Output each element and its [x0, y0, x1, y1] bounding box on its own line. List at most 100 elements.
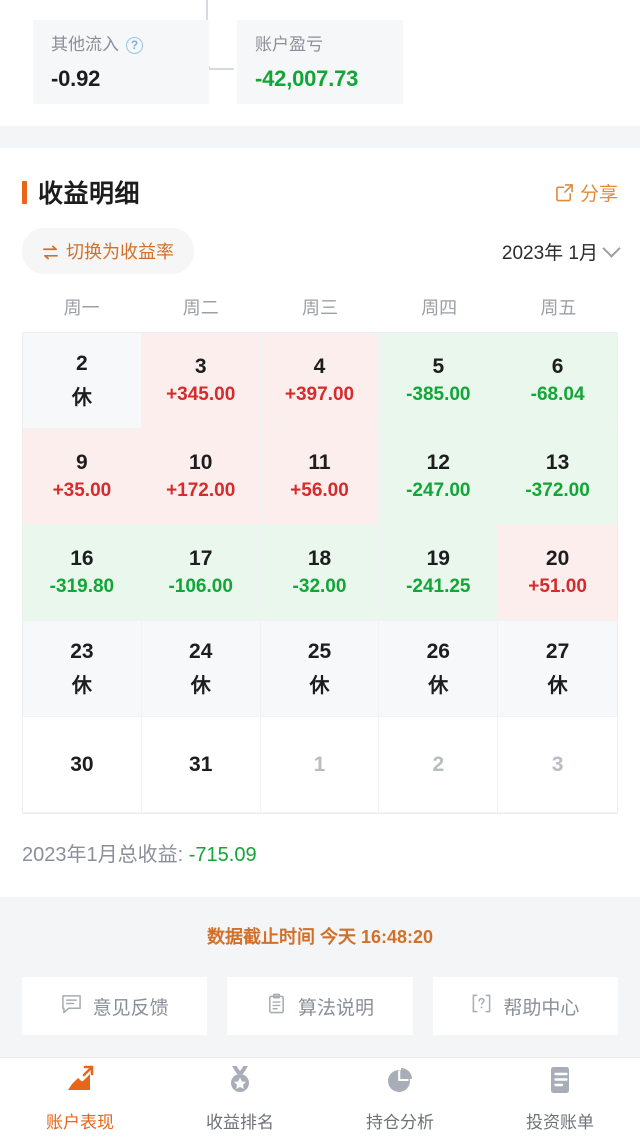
calendar-day-value: 休 — [71, 674, 92, 697]
calendar-day-cell[interactable]: 5 -385.00 — [379, 333, 499, 429]
calendar-day-number: 2 — [432, 752, 445, 776]
earnings-calendar: 周一 周二 周三 周四 周五 2 休 3 +345.00 4 +397.00 5 -385.00 6 -6… — [22, 294, 618, 814]
weekday-label: 周二 — [182, 298, 219, 318]
app-root: 其他流入 ? -0.92 账户盈亏 -42,007.73 收益明细 分享 切换为… — [0, 0, 640, 1137]
calendar-day-cell[interactable]: 3 +345.00 — [141, 333, 261, 429]
calendar-day-number: 25 — [307, 639, 332, 663]
medal-icon — [224, 1064, 256, 1101]
calendar-day-value: -241.25 — [406, 576, 471, 597]
share-button[interactable]: 分享 — [555, 179, 618, 206]
calendar-day-cell[interactable]: 18 -32.00 — [260, 525, 380, 621]
weekday-label: 周一 — [63, 298, 100, 318]
section-divider — [0, 126, 640, 148]
calendar-day-cell[interactable]: 24 休 — [141, 621, 261, 717]
bottom-tabbar: 账户表现 收益排名 持仓分析 投资账单 — [0, 1057, 640, 1137]
calendar-grid: 2 休 3 +345.00 4 +397.00 5 -385.00 6 -68.04 9 +35.00… — [22, 332, 618, 814]
account-pnl-label: 账户盈亏 — [255, 35, 323, 54]
switch-to-rate-button[interactable]: 切换为收益率 — [22, 228, 194, 274]
calendar-day-cell[interactable]: 30 — [23, 717, 142, 813]
calendar-day-number: 19 — [426, 547, 450, 570]
calendar-day-number: 5 — [432, 355, 445, 378]
footer-button-row: 意见反馈 算法说明 帮助中心 — [0, 949, 640, 1035]
panel-header: 收益明细 分享 — [0, 148, 640, 210]
monthly-total-prefix: 2023年1月总收益: — [22, 844, 189, 866]
summary-card-other-inflow[interactable]: 其他流入 ? -0.92 — [33, 20, 209, 104]
calendar-day-value: +35.00 — [52, 480, 112, 501]
weekday-header: 周一 周二 周三 周四 周五 — [22, 294, 618, 320]
month-selector[interactable]: 2023年 1月 — [501, 238, 621, 265]
summary-card-account-pnl[interactable]: 账户盈亏 -42,007.73 — [237, 20, 403, 104]
pie-chart-icon — [384, 1064, 416, 1101]
swap-arrows-icon — [42, 244, 59, 259]
calendar-day-value: -372.00 — [525, 480, 590, 501]
calendar-day-number: 10 — [189, 451, 213, 474]
calendar-day-number: 20 — [545, 547, 570, 570]
calendar-day-cell[interactable]: 16 -319.80 — [23, 525, 142, 621]
calendar-day-cell[interactable]: 11 +56.00 — [260, 429, 380, 525]
calendar-day-value: +397.00 — [284, 384, 355, 405]
tab-label: 收益排名 — [206, 1113, 274, 1132]
chevron-down-icon — [602, 239, 621, 258]
calendar-day-number: 31 — [189, 752, 213, 776]
calendar-day-number: 24 — [189, 639, 213, 663]
bill-icon — [544, 1064, 576, 1101]
calendar-day-cell[interactable]: 19 -241.25 — [379, 525, 499, 621]
tab-label: 账户表现 — [46, 1113, 114, 1132]
other-inflow-label: 其他流入 — [51, 35, 119, 54]
title-wrap: 收益明细 — [22, 174, 140, 210]
calendar-day-cell[interactable]: 10 +172.00 — [141, 429, 261, 525]
calendar-day-number: 1 — [313, 752, 326, 776]
help-center-button[interactable]: 帮助中心 — [432, 977, 618, 1035]
calendar-day-cell[interactable]: 1 — [260, 717, 380, 813]
switch-to-rate-label: 切换为收益率 — [66, 242, 174, 262]
calendar-day-cell[interactable]: 3 — [498, 717, 617, 813]
algorithm-info-label: 算法说明 — [297, 997, 374, 1019]
calendar-day-value: +345.00 — [166, 384, 236, 405]
weekday-label: 周五 — [540, 298, 577, 318]
calendar-day-value: 休 — [309, 674, 330, 697]
account-pnl-value: -42,007.73 — [255, 66, 359, 91]
feedback-icon — [61, 993, 82, 1020]
calendar-day-number: 18 — [307, 547, 332, 570]
clipboard-icon — [266, 993, 287, 1020]
summary-card-label: 其他流入 ? — [51, 34, 191, 56]
calendar-day-cell[interactable]: 2 — [379, 717, 499, 813]
tab-investment-bill[interactable]: 投资账单 — [480, 1064, 640, 1133]
other-inflow-value: -0.92 — [51, 66, 101, 91]
calendar-day-value: 休 — [190, 674, 211, 697]
calendar-day-cell[interactable]: 26 休 — [379, 621, 499, 717]
calendar-day-cell[interactable]: 25 休 — [260, 621, 380, 717]
calendar-day-cell[interactable]: 27 休 — [498, 621, 617, 717]
chart-up-icon — [63, 1064, 97, 1101]
calendar-day-cell[interactable]: 13 -372.00 — [498, 429, 617, 525]
calendar-day-value: +51.00 — [528, 576, 587, 597]
calendar-day-value: -68.04 — [530, 384, 585, 405]
calendar-day-cell[interactable]: 9 +35.00 — [23, 429, 142, 525]
calendar-day-cell[interactable]: 17 -106.00 — [141, 525, 261, 621]
calendar-day-value: +172.00 — [166, 480, 236, 501]
calendar-day-number: 9 — [76, 451, 88, 474]
calendar-day-number: 13 — [545, 451, 570, 474]
calendar-day-number: 12 — [426, 451, 450, 474]
tab-account-performance[interactable]: 账户表现 — [0, 1064, 160, 1133]
feedback-button[interactable]: 意见反馈 — [22, 977, 208, 1035]
calendar-day-cell[interactable]: 31 — [141, 717, 261, 813]
algorithm-info-button[interactable]: 算法说明 — [227, 977, 413, 1035]
page-title: 收益明细 — [38, 180, 141, 208]
tab-position-analysis[interactable]: 持仓分析 — [320, 1064, 480, 1133]
month-label: 2023年 1月 — [501, 242, 598, 264]
calendar-day-cell[interactable]: 23 休 — [23, 621, 142, 717]
tab-label: 持仓分析 — [366, 1113, 434, 1132]
calendar-day-cell[interactable]: 12 -247.00 — [379, 429, 499, 525]
help-icon[interactable]: ? — [126, 36, 143, 54]
calendar-day-cell[interactable]: 2休 — [23, 333, 142, 429]
calendar-day-cell[interactable]: 20 +51.00 — [498, 525, 617, 621]
calendar-day-value: -319.80 — [49, 576, 115, 597]
calendar-day-cell[interactable]: 4 +397.00 — [260, 333, 380, 429]
title-accent-bar — [22, 180, 27, 204]
footer-area: 数据截止时间 今天 16:48:20 意见反馈 算法说明 帮助中心 — [0, 897, 640, 1057]
tab-earnings-ranking[interactable]: 收益排名 — [160, 1064, 320, 1133]
share-icon — [555, 183, 574, 202]
calendar-day-cell[interactable]: 6 -68.04 — [498, 333, 617, 429]
calendar-day-number: 17 — [189, 547, 213, 570]
